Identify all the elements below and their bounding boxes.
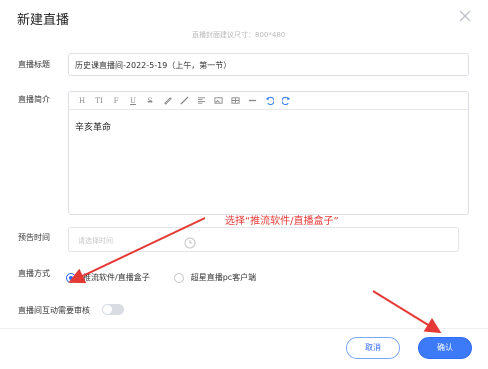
radio-checked-indicator <box>66 272 76 283</box>
preview-time-label: 预告时间 <box>18 233 50 242</box>
toggle-knob <box>103 305 112 314</box>
close-icon[interactable] <box>458 9 472 23</box>
radio-pc-client[interactable]: 超星直播pc客户端 <box>173 272 257 283</box>
radio-push-stream[interactable]: 推流软件/直播盒子 <box>66 272 150 283</box>
editor-content[interactable]: 辛亥革命 <box>69 110 468 143</box>
title-input[interactable]: 历史课直播间-2022-5-19（上午，第一节） <box>68 53 469 76</box>
preview-time-input[interactable]: 请选择时间 <box>68 227 459 252</box>
confirm-button[interactable]: 确认 <box>418 337 472 359</box>
brush-icon[interactable] <box>179 95 189 106</box>
mode-radio-group: 推流软件/直播盒子 超星直播pc客户端 <box>66 272 280 283</box>
hr-icon[interactable] <box>247 96 257 106</box>
annotation-text: 选择“推流软件/直播盒子” <box>225 216 339 227</box>
intro-label: 直播简介 <box>18 95 50 104</box>
radio-push-stream-label: 推流软件/直播盒子 <box>83 273 150 282</box>
dialog-title: 新建直播 <box>17 13 70 28</box>
title-label: 直播标题 <box>18 60 50 69</box>
cover-size-hint: 直播封面建议尺寸：800*480 <box>192 31 286 39</box>
cancel-button[interactable]: 取消 <box>346 337 400 359</box>
align-icon[interactable] <box>196 96 206 106</box>
clock-icon <box>184 234 196 249</box>
undo-icon[interactable] <box>264 96 275 106</box>
redo-icon[interactable] <box>280 96 291 106</box>
intro-editor[interactable]: H TI F U S 辛亥革命 <box>68 91 469 215</box>
underline-icon[interactable]: U <box>128 96 138 106</box>
font-icon[interactable]: F <box>111 96 121 106</box>
strikethrough-icon[interactable]: S <box>145 96 155 106</box>
mode-label: 直播方式 <box>18 269 50 278</box>
preview-time-placeholder: 请选择时间 <box>78 237 113 245</box>
radio-pc-client-label: 超星直播pc客户端 <box>190 273 257 282</box>
paint-icon[interactable] <box>162 96 172 106</box>
table-icon[interactable] <box>230 96 240 106</box>
image-icon[interactable] <box>213 96 223 106</box>
footer-divider <box>0 328 488 329</box>
radio-unchecked-indicator <box>173 272 184 283</box>
font-size-icon[interactable]: TI <box>94 96 104 106</box>
review-toggle[interactable] <box>102 304 124 315</box>
heading-icon[interactable]: H <box>77 96 87 106</box>
dialog-header: 新建直播 <box>0 0 488 34</box>
editor-toolbar: H TI F U S <box>69 92 468 110</box>
review-label: 直播间互动需要审核 <box>18 306 90 315</box>
